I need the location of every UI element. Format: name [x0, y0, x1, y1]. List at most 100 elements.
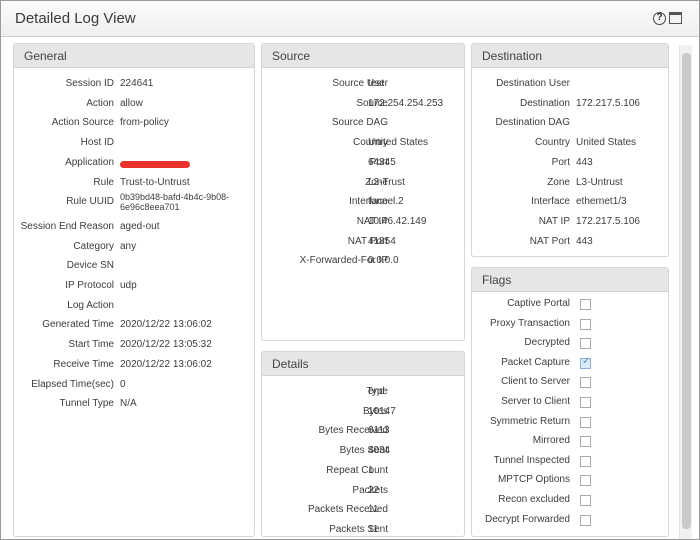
checkbox-unchecked[interactable] — [580, 377, 591, 389]
source-panel: Source Source User test Source 172.254.254.… — [261, 43, 465, 341]
general-row-label: Log Action — [67, 299, 114, 311]
checkbox-checked[interactable] — [580, 356, 591, 369]
source-row: Source User test — [262, 78, 464, 94]
details-row: Packets Sent 11 — [262, 524, 464, 540]
destination-row: Destination User — [472, 78, 668, 94]
source-row: X-Forwarded-For IP 0.0.0.0 — [262, 255, 464, 271]
details-row: Packets Received 11 — [262, 504, 464, 520]
flags-row-label: Proxy Transaction — [489, 317, 570, 329]
details-row-value: end — [368, 386, 385, 397]
flags-row-label: Client to Server — [501, 376, 570, 388]
general-row-value: from-policy — [120, 117, 169, 129]
checkbox-unchecked[interactable] — [580, 416, 591, 428]
details-row: Packets 22 — [262, 485, 464, 501]
checkbox-unchecked[interactable] — [580, 455, 591, 467]
flags-row-label: Mirrored — [532, 435, 570, 447]
general-row-label: Session End Reason — [20, 220, 114, 232]
flags-panel: Flags Captive Portal Proxy Transaction Dec… — [471, 267, 669, 537]
general-row-value: allow — [120, 97, 143, 109]
details-row-value: 22 — [368, 484, 380, 496]
source-row-value: tunnel.2 — [368, 196, 404, 208]
general-row: Generated Time 2020/12/22 13:06:02 — [14, 319, 254, 335]
source-row-value: 0.0.0.0 — [368, 255, 399, 267]
general-panel: General Session ID 224641 Action allow Actio… — [13, 43, 255, 537]
details-row-value: 11 — [368, 504, 379, 516]
checkbox-unchecked[interactable] — [580, 338, 591, 350]
general-row-value: udp — [120, 280, 137, 291]
flags-row-label: Decrypted — [524, 337, 570, 349]
flags-row-label: Symmetric Return — [489, 415, 570, 427]
destination-row-value: 443 — [576, 156, 593, 168]
flags-row: Decrypt Forwarded — [472, 514, 668, 530]
flags-row: Recon excluded — [472, 494, 668, 510]
general-row-label: IP Protocol — [65, 280, 114, 291]
destination-panel: Destination Destination User Destination 1… — [471, 43, 669, 257]
destination-row: NAT Port 443 — [472, 236, 668, 252]
destination-row: Zone L3-Untrust — [472, 177, 668, 193]
flags-row-label: Server to Client — [501, 396, 570, 407]
general-row-value: aged-out — [120, 220, 160, 232]
general-header: General — [14, 44, 254, 68]
destination-row-label: Destination — [519, 97, 570, 109]
general-row-label: Session ID — [65, 78, 114, 89]
destination-row-value: ethernet1/3 — [576, 196, 627, 208]
flags-row-label: Decrypt Forwarded — [484, 513, 570, 525]
destination-row: Country United States — [472, 137, 668, 153]
destination-row-value: United States — [576, 137, 637, 149]
destination-row-label: NAT IP — [538, 215, 570, 227]
general-row: Rule UUID 0b39bd48-bafd-4b4c-9b08-6e96c8e… — [14, 192, 254, 212]
general-row: Session End Reason aged-out — [14, 221, 254, 237]
general-row-value: 2020/12/22 13:06:02 — [120, 319, 212, 331]
checkbox-unchecked[interactable] — [580, 475, 591, 487]
flags-row: Proxy Transaction — [472, 318, 668, 334]
destination-row-label: Destination User — [496, 78, 570, 89]
flags-row-label: MPTCP Options — [497, 474, 570, 486]
general-row-value: N/A — [120, 398, 137, 410]
general-row: IP Protocol udp — [14, 280, 254, 296]
source-row: Zone L3-Trust — [262, 177, 464, 193]
scrollbar[interactable] — [679, 45, 692, 539]
details-header: Details — [262, 352, 464, 376]
destination-row-value: 172.217.5.106 — [576, 215, 640, 227]
general-row: Action Source from-policy — [14, 117, 254, 133]
general-row: Receive Time 2020/12/22 13:06:02 — [14, 359, 254, 375]
general-row: Log Action — [14, 300, 254, 316]
detailed-log-view-window: Detailed Log View ? General Session ID 22… — [0, 0, 700, 540]
checkbox-unchecked[interactable] — [580, 397, 591, 408]
checkbox-unchecked[interactable] — [580, 299, 591, 310]
scroll-thumb[interactable] — [682, 53, 691, 529]
source-header: Source — [262, 44, 464, 68]
general-row-value: 0b39bd48-bafd-4b4c-9b08-6e96c8eea701 — [120, 192, 230, 213]
details-row-value: 6113 — [368, 425, 390, 437]
source-row-value: 64345 — [368, 156, 396, 168]
general-row-value: 224641 — [120, 78, 154, 89]
destination-row: Destination 172.217.5.106 — [472, 98, 668, 114]
checkbox-unchecked[interactable] — [580, 436, 591, 448]
flags-row-label: Packet Capture — [501, 356, 570, 368]
checkbox-unchecked[interactable] — [580, 495, 591, 506]
source-row: Source DAG — [262, 117, 464, 133]
general-row-value: 2020/12/22 13:06:02 — [120, 358, 212, 370]
general-row-label: Application — [65, 156, 114, 168]
help-icon[interactable]: ? — [653, 12, 666, 25]
destination-row: NAT IP 172.217.5.106 — [472, 216, 668, 232]
source-row: Country United States — [262, 137, 464, 153]
source-row-value: L3-Trust — [368, 176, 405, 188]
flags-row: Tunnel Inspected — [472, 455, 668, 471]
general-row: Elapsed Time(sec) 0 — [14, 379, 254, 395]
flags-row: Server to Client — [472, 396, 668, 412]
flags-row-label: Recon excluded — [498, 494, 570, 505]
general-row-value: 0 — [120, 378, 126, 390]
destination-row-label: Country — [534, 137, 570, 149]
maximize-icon[interactable] — [669, 12, 682, 24]
checkbox-unchecked[interactable] — [580, 514, 591, 526]
general-row-label: Rule UUID — [66, 196, 114, 208]
source-row: Port 64345 — [262, 157, 464, 173]
general-row-label: Host ID — [80, 137, 114, 149]
flags-row: MPTCP Options — [472, 474, 668, 490]
destination-row: Port 443 — [472, 157, 668, 173]
destination-row-label: NAT Port — [529, 235, 570, 247]
checkbox-unchecked[interactable] — [580, 318, 591, 330]
destination-row-label: Interface — [531, 196, 570, 208]
general-row: Category any — [14, 241, 254, 257]
